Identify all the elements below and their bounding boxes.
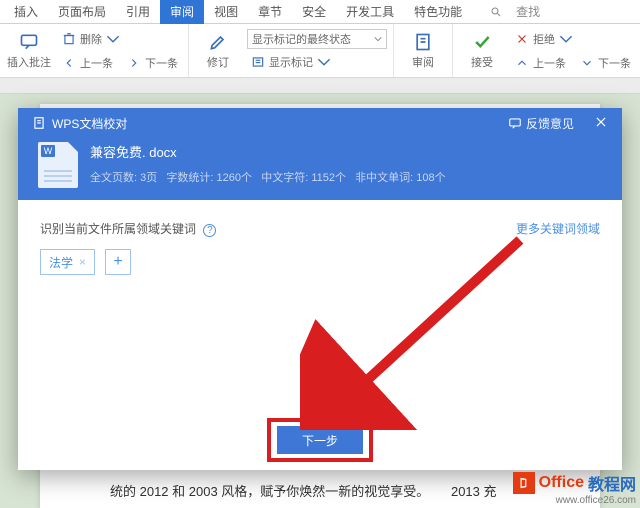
stats-pages-label: 全文页数: xyxy=(90,172,137,184)
reject-button[interactable]: 拒绝 xyxy=(511,28,635,50)
body-fragment: 统的 2012 和 2003 风格，赋予你焕然一新的视觉享受。 xyxy=(110,484,429,499)
keywords-label: 识别当前文件所属领域关键词 xyxy=(40,222,196,236)
remove-tag-icon[interactable]: × xyxy=(79,255,86,269)
prev-label: 上一条 xyxy=(80,55,113,71)
close-button[interactable] xyxy=(594,115,608,132)
tab-pagelayout[interactable]: 页面布局 xyxy=(48,0,116,24)
watermark-brand2: 教程网 xyxy=(588,471,636,495)
edit-label: 修订 xyxy=(207,54,229,70)
search-icon xyxy=(490,6,502,18)
stats-noncn: 108个 xyxy=(416,172,445,184)
arrow-left-icon xyxy=(62,56,76,70)
chat-icon xyxy=(508,116,522,130)
watermark: Office教程网 www.office26.com xyxy=(513,471,636,506)
tab-security[interactable]: 安全 xyxy=(292,0,336,24)
dialog-title: WPS文档校对 xyxy=(52,115,127,132)
display-mode-value: 显示标记的最终状态 xyxy=(252,31,351,47)
search-placeholder: 查找 xyxy=(506,0,550,24)
next-step-button[interactable]: 下一步 xyxy=(277,426,363,454)
watermark-brand1: Office xyxy=(539,474,584,492)
edit-icon xyxy=(208,32,228,52)
chevron-down-icon xyxy=(559,32,573,46)
help-icon[interactable]: ? xyxy=(203,224,216,237)
display-mode-combo[interactable]: 显示标记的最终状态 xyxy=(247,29,387,49)
review-next-label: 下一条 xyxy=(598,55,631,71)
document-icon xyxy=(32,116,46,130)
tab-chapter[interactable]: 章节 xyxy=(248,0,292,24)
stats-cn: 1152个 xyxy=(311,172,346,184)
delete-comment-button[interactable]: 删除 xyxy=(58,28,182,50)
ribbon-toolbar: 插入批注 删除 上一条 下一条 修订 xyxy=(0,24,640,78)
dialog-header: WPS文档校对 反馈意见 W 兼容免费. docx 全文页数: 3页 字数统计: xyxy=(18,108,622,200)
show-markup-label: 显示标记 xyxy=(269,54,313,70)
proofread-dialog: WPS文档校对 反馈意见 W 兼容免费. docx 全文页数: 3页 字数统计: xyxy=(18,108,622,470)
document-body-text: 统的 2012 和 2003 风格，赋予你焕然一新的视觉享受。 2013 充 xyxy=(110,482,570,502)
file-name: 兼容免费. docx xyxy=(90,142,446,161)
accept-button[interactable]: 接受 xyxy=(459,27,505,75)
tab-insert[interactable]: 插入 xyxy=(4,0,48,24)
highlight-box: 下一步 xyxy=(267,418,373,462)
markup-icon xyxy=(251,55,265,69)
tab-devtools[interactable]: 开发工具 xyxy=(336,0,404,24)
stats-cn-label: 中文字符: xyxy=(261,172,308,184)
ruler xyxy=(0,78,640,94)
tab-review[interactable]: 审阅 xyxy=(160,0,204,24)
tab-references[interactable]: 引用 xyxy=(116,0,160,24)
show-markup-button[interactable]: 显示标记 xyxy=(247,51,387,73)
delete-icon xyxy=(62,32,76,46)
comment-icon xyxy=(19,32,39,52)
stats-words-label: 字数统计: xyxy=(166,172,213,184)
accept-label: 接受 xyxy=(471,54,493,70)
feedback-button[interactable]: 反馈意见 xyxy=(508,115,574,132)
insert-comment-label: 插入批注 xyxy=(7,54,51,70)
add-keyword-button[interactable]: + xyxy=(105,249,131,275)
next-label: 下一条 xyxy=(145,55,178,71)
search-box[interactable]: 查找 xyxy=(480,0,560,24)
keyword-tag[interactable]: 法学 × xyxy=(40,249,95,275)
watermark-url: www.office26.com xyxy=(513,495,636,506)
file-stats: 全文页数: 3页 字数统计: 1260个 中文字符: 1152个 非中文单词: … xyxy=(90,169,446,185)
file-icon: W xyxy=(38,142,78,188)
chevron-down-icon xyxy=(317,55,331,69)
arrow-down-icon xyxy=(580,56,594,70)
keyword-tag-label: 法学 xyxy=(49,254,73,271)
dialog-body: 识别当前文件所属领域关键词 ? 更多关键词领域 法学 × + xyxy=(18,200,622,410)
stats-pages: 3页 xyxy=(140,172,157,184)
office-logo-icon xyxy=(517,476,531,490)
arrow-right-icon xyxy=(127,56,141,70)
review-prev-button[interactable]: 上一条 xyxy=(511,52,570,74)
body-tail: 2013 充 xyxy=(451,484,497,499)
track-changes-button[interactable]: 修订 xyxy=(195,27,241,75)
ribbon-tabs: 插入 页面布局 引用 审阅 视图 章节 安全 开发工具 特色功能 查找 xyxy=(0,0,640,24)
tab-special[interactable]: 特色功能 xyxy=(404,0,472,24)
review-icon xyxy=(413,32,433,52)
next-comment-button[interactable]: 下一条 xyxy=(123,52,182,74)
check-icon xyxy=(472,32,492,52)
close-icon xyxy=(594,115,608,129)
review-prev-label: 上一条 xyxy=(533,55,566,71)
reject-label: 拒绝 xyxy=(533,31,555,47)
prev-comment-button[interactable]: 上一条 xyxy=(58,52,117,74)
more-keywords-link[interactable]: 更多关键词领域 xyxy=(516,220,600,237)
stats-noncn-label: 非中文单词: xyxy=(355,172,413,184)
arrow-up-icon xyxy=(515,56,529,70)
dialog-footer: 下一步 xyxy=(18,410,622,470)
reject-icon xyxy=(515,32,529,46)
review-next-button[interactable]: 下一条 xyxy=(576,52,635,74)
chevron-down-icon xyxy=(374,35,382,43)
tab-view[interactable]: 视图 xyxy=(204,0,248,24)
review-label: 审阅 xyxy=(412,54,434,70)
insert-comment-button[interactable]: 插入批注 xyxy=(6,27,52,75)
delete-label: 删除 xyxy=(80,31,102,47)
stats-words: 1260个 xyxy=(217,172,252,184)
chevron-down-icon xyxy=(106,32,120,46)
review-pane-button[interactable]: 审阅 xyxy=(400,27,446,75)
feedback-label: 反馈意见 xyxy=(526,115,574,132)
